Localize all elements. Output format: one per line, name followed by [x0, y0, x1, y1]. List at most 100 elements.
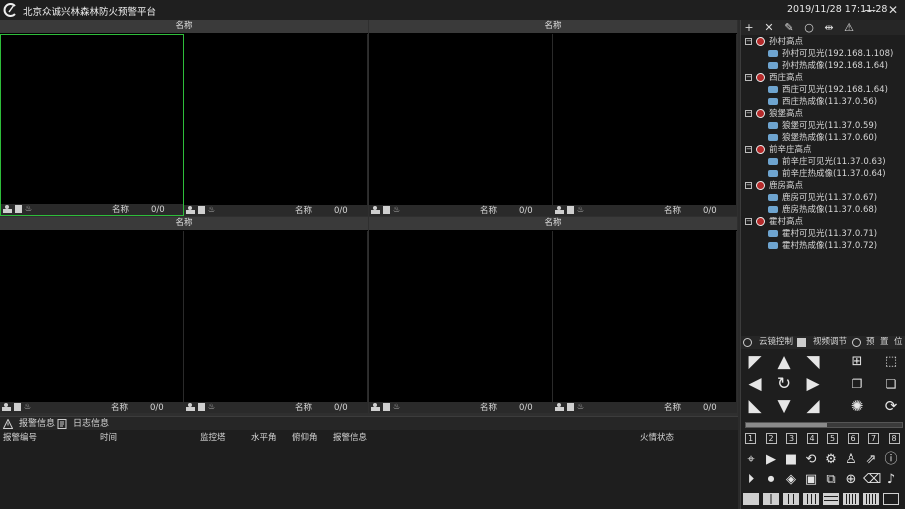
playback-icon[interactable]: ⏵	[743, 472, 759, 488]
stop-icon[interactable]	[383, 206, 390, 214]
preset-label[interactable]: 位	[894, 336, 903, 349]
stop-icon[interactable]	[15, 205, 22, 213]
zoom-in-icon[interactable]: ⊞	[848, 353, 866, 371]
column-header[interactable]: 报警信息	[333, 431, 367, 443]
tree-node-camera[interactable]: 西庄热成像(11.37.0.56)	[741, 96, 905, 108]
collapse-icon[interactable]: −	[745, 110, 752, 117]
tree-node-tower[interactable]: − 狼堡高点	[741, 108, 905, 120]
tree-node-tower[interactable]: − 孙村高点	[741, 36, 905, 48]
ptz-down-icon[interactable]: ▼	[775, 397, 793, 415]
stop-icon[interactable]	[198, 206, 205, 214]
layout-4-icon[interactable]	[803, 493, 819, 505]
column-header[interactable]: 水平角	[251, 431, 277, 443]
column-header[interactable]: 报警编号	[3, 431, 37, 443]
column-header[interactable]: 俯仰角	[292, 431, 318, 443]
minimize-button[interactable]: —	[861, 2, 879, 18]
stop-icon[interactable]	[14, 403, 21, 411]
settings-icon[interactable]: ⚙	[823, 452, 839, 468]
layout-6-icon[interactable]	[823, 493, 839, 505]
user-icon[interactable]: ♙	[843, 452, 859, 468]
tab-ptz[interactable]: 云镜控制	[759, 336, 793, 349]
focus-far-icon[interactable]: ❏	[882, 375, 900, 393]
people-icon[interactable]	[186, 403, 195, 411]
layout-2-icon[interactable]	[763, 493, 779, 505]
ptz-right-icon[interactable]: ▶	[804, 375, 822, 393]
layout-9-icon[interactable]	[843, 493, 859, 505]
layers-icon[interactable]: ◈	[783, 472, 799, 488]
collapse-icon[interactable]: −	[745, 38, 752, 45]
target-icon[interactable]: ⌖	[743, 452, 759, 468]
preset-button[interactable]: 4	[806, 433, 818, 444]
ptz-speed-slider[interactable]	[745, 422, 903, 428]
close-button[interactable]: ✕	[884, 2, 902, 18]
zoom-out-icon[interactable]: ⬚	[882, 353, 900, 371]
comment-icon[interactable]: ○	[801, 20, 817, 35]
video-cell[interactable]: ♨ 名称 0/0	[369, 231, 553, 413]
tree-node-camera[interactable]: 孙村可见光(192.168.1.108)	[741, 48, 905, 60]
edit-icon[interactable]: ✎	[781, 20, 797, 35]
delete-icon[interactable]: ✕	[761, 20, 777, 35]
video-cell[interactable]: ♨ 名称 0/0	[184, 34, 368, 216]
video-cell[interactable]: ♨ 名称 0/0	[553, 231, 737, 413]
people-icon[interactable]	[186, 206, 195, 214]
people-icon[interactable]	[555, 403, 564, 411]
volume-icon[interactable]: ♪	[883, 472, 899, 488]
alarm-icon[interactable]: ♨	[577, 206, 585, 214]
preset-button[interactable]: 1	[745, 433, 756, 444]
stop-icon[interactable]	[198, 403, 205, 411]
column-header[interactable]: 时间	[100, 431, 117, 443]
tree-node-tower[interactable]: − 霍村高点	[741, 216, 905, 228]
play-icon[interactable]: ▶	[763, 452, 779, 468]
people-icon[interactable]	[371, 206, 380, 214]
trash-icon[interactable]: ⌫	[863, 472, 881, 488]
network-icon[interactable]: ⊕	[843, 472, 859, 488]
tab-log[interactable]: 日志信息	[73, 418, 109, 430]
tree-node-camera[interactable]: 鹿房热成像(11.37.0.68)	[741, 204, 905, 216]
tree-node-camera[interactable]: 前辛庄可见光(11.37.0.63)	[741, 156, 905, 168]
people-icon[interactable]	[2, 403, 11, 411]
focus-near-icon[interactable]: ❐	[848, 375, 866, 393]
preset-button[interactable]: 8	[888, 433, 900, 444]
preset-label[interactable]: 预	[866, 336, 875, 349]
tree-node-camera[interactable]: 狼堡可见光(11.37.0.59)	[741, 120, 905, 132]
add-icon[interactable]: +	[741, 20, 757, 35]
stop-icon[interactable]: ■	[783, 452, 799, 468]
tree-node-camera[interactable]: 前辛庄热成像(11.37.0.64)	[741, 168, 905, 180]
video-cell[interactable]: ♨ 名称 0/0	[184, 231, 368, 413]
video-cell[interactable]: ♨ 名称 0/0	[369, 34, 553, 216]
tree-node-camera[interactable]: 霍村可见光(11.37.0.71)	[741, 228, 905, 240]
video-cell[interactable]: ♨ 名称 0/0	[0, 231, 184, 413]
info-icon[interactable]: ⓘ	[883, 452, 899, 468]
preset-button[interactable]: 5	[827, 433, 838, 444]
video-cell[interactable]: ♨ 名称 0/0	[553, 34, 737, 216]
layout-fullscreen-icon[interactable]	[883, 493, 899, 505]
tree-node-camera[interactable]: 西庄可见光(192.168.1.64)	[741, 84, 905, 96]
ptz-left-icon[interactable]: ◀	[746, 375, 764, 393]
tab-alarm[interactable]: 报警信息	[19, 418, 55, 430]
split-icon[interactable]: ⇹	[821, 20, 837, 35]
preset-button[interactable]: 3	[786, 433, 797, 444]
auto-icon[interactable]: ⟳	[882, 397, 900, 415]
iris-icon[interactable]: ✺	[848, 397, 866, 415]
preset-label[interactable]: 置	[880, 336, 889, 349]
ptz-down-left-icon[interactable]: ◣	[746, 397, 764, 415]
collapse-icon[interactable]: −	[745, 182, 752, 189]
preset-button[interactable]: 7	[868, 433, 879, 444]
preset-button[interactable]: 6	[847, 433, 859, 444]
stop-icon[interactable]	[383, 403, 390, 411]
column-header[interactable]: 火情状态	[640, 431, 674, 443]
alarm-icon[interactable]: ♨	[393, 206, 401, 214]
ptz-up-icon[interactable]: ▲	[775, 353, 793, 371]
refresh-icon[interactable]: ⟲	[803, 452, 819, 468]
stop-icon[interactable]	[567, 403, 574, 411]
alarm-icon[interactable]: ♨	[208, 403, 216, 411]
layout-16-icon[interactable]	[863, 493, 879, 505]
tree-node-tower[interactable]: − 鹿房高点	[741, 180, 905, 192]
tree-node-camera[interactable]: 霍村热成像(11.37.0.72)	[741, 240, 905, 252]
alarm-icon[interactable]: ♨	[577, 403, 585, 411]
collapse-icon[interactable]: −	[745, 74, 752, 81]
collapse-icon[interactable]: −	[745, 218, 752, 225]
layout-3-icon[interactable]	[783, 493, 799, 505]
column-header[interactable]: 监控塔	[200, 431, 226, 443]
video-cell[interactable]: ♨ 名称 0/0	[0, 34, 184, 216]
